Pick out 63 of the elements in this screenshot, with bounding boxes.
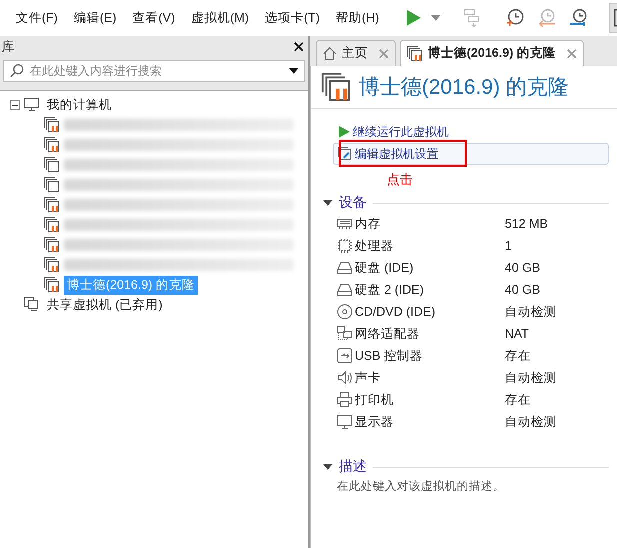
speaker-icon: [337, 370, 353, 386]
device-name[interactable]: CD/DVD (IDE): [355, 305, 436, 319]
device-name[interactable]: 打印机: [355, 392, 394, 408]
monitor-icon: [337, 414, 353, 430]
device-value: 自动检测: [505, 414, 558, 430]
edit-settings-icon: [338, 147, 352, 161]
caret-icon: [431, 15, 442, 21]
menu-item[interactable]: 虚拟机(M): [183, 10, 258, 26]
device-name[interactable]: 声卡: [355, 370, 381, 386]
device-value: 40 GB: [505, 261, 542, 275]
device-name[interactable]: 网络适配器: [355, 326, 420, 342]
computer-icon: [24, 97, 40, 113]
usb-icon: [337, 348, 353, 364]
send-keys-icon: [462, 8, 482, 28]
annotation-text: 点击: [386, 171, 414, 189]
device-value: 自动检测: [505, 370, 558, 386]
tree-item[interactable]: 共享虚拟机 (已弃用): [44, 296, 166, 314]
collapse-arrow-icon[interactable]: [323, 464, 333, 470]
vm-title: 博士德(2016.9) 的克隆: [359, 75, 570, 101]
shared-vm-icon: [24, 297, 40, 313]
tree-item[interactable]: 我的计算机: [44, 96, 115, 114]
dropdown-icon[interactable]: [289, 68, 299, 74]
tab[interactable]: 主页: [316, 40, 396, 66]
device-value: 40 GB: [505, 283, 542, 297]
menu-item[interactable]: 帮助(H): [328, 10, 388, 26]
action-link[interactable]: 编辑虚拟机设置: [333, 143, 609, 165]
vm-icon: [321, 72, 351, 102]
menu-item[interactable]: 编辑(E): [66, 10, 125, 26]
device-name[interactable]: 处理器: [355, 238, 394, 254]
section-title: 描述: [339, 458, 367, 476]
search-icon: [10, 64, 24, 78]
device-value: NAT: [505, 327, 530, 341]
device-value: 自动检测: [505, 304, 558, 320]
menu-item[interactable]: 文件(F): [8, 10, 66, 26]
device-name[interactable]: 硬盘 (IDE): [355, 260, 414, 276]
search-field[interactable]: 在此处键入内容进行搜索: [3, 60, 305, 82]
home-icon: [323, 46, 337, 60]
device-name[interactable]: 硬盘 2 (IDE): [355, 282, 424, 298]
vm-icon: [407, 46, 423, 62]
printer-icon: [337, 392, 353, 408]
panel-title: 库: [2, 38, 15, 56]
close-icon[interactable]: [294, 42, 304, 52]
device-value: 1: [505, 239, 513, 253]
disc-icon: [337, 304, 353, 320]
tab[interactable]: 博士德(2016.9) 的克隆: [400, 40, 584, 66]
play-icon: [404, 9, 422, 27]
clock-plus-icon: [504, 7, 526, 29]
network-icon: [337, 326, 353, 342]
device-value: 存在: [505, 348, 532, 364]
menu-item[interactable]: 查看(V): [124, 10, 184, 26]
collapse-toggle[interactable]: [10, 100, 20, 110]
section-title: 设备: [339, 194, 367, 212]
description-placeholder[interactable]: 在此处键入对该虚拟机的描述。: [323, 479, 609, 494]
chip-icon: [337, 238, 353, 254]
device-value: 512 MB: [505, 217, 550, 231]
device-name[interactable]: 显示器: [355, 414, 394, 430]
menu-item[interactable]: 选项卡(T): [257, 10, 328, 26]
play-icon: [338, 126, 350, 138]
action-link[interactable]: 继续运行此虚拟机: [323, 121, 609, 143]
collapse-arrow-icon[interactable]: [323, 200, 333, 206]
device-name[interactable]: USB 控制器: [355, 348, 424, 364]
device-value: 存在: [505, 392, 532, 408]
device-name[interactable]: 内存: [355, 216, 381, 232]
